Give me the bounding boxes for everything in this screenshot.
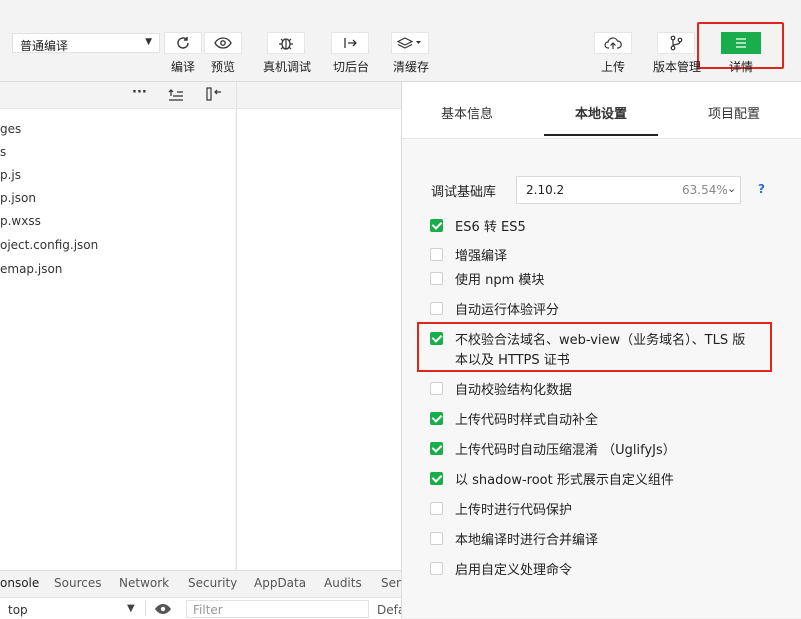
chevron-down-icon: ⌄: [727, 182, 737, 195]
option-label: 启用自定义处理命令: [455, 563, 573, 578]
checkbox[interactable]: [430, 472, 443, 485]
option-row[interactable]: ES6 转 ES5: [430, 218, 755, 240]
compile-button[interactable]: [164, 32, 202, 54]
option-label: 增强编译: [455, 249, 508, 264]
file-item[interactable]: ges: [0, 122, 21, 136]
active-tab-indicator: [544, 134, 658, 136]
caret-down-icon: ▼: [145, 37, 152, 47]
option-label: 上传代码时样式自动补全: [455, 413, 599, 428]
preview-button[interactable]: [204, 32, 242, 54]
option-row[interactable]: 自动校验结构化数据: [430, 381, 755, 403]
bug-icon: [279, 38, 293, 50]
file-item[interactable]: emap.json: [0, 262, 62, 276]
filter-placeholder: Filter: [193, 603, 223, 617]
upload-label: 上传: [600, 60, 626, 74]
clear-cache-button[interactable]: [391, 32, 429, 54]
checkbox[interactable]: [430, 442, 443, 455]
upload-button[interactable]: [594, 32, 632, 54]
tab-security[interactable]: Security: [188, 576, 237, 590]
file-item[interactable]: p.wxss: [0, 214, 41, 228]
file-item[interactable]: p.json: [0, 191, 36, 205]
option-row[interactable]: 增强编译: [430, 247, 755, 269]
editor-pane: [236, 82, 401, 570]
checkbox[interactable]: [430, 248, 443, 261]
switch-background-button[interactable]: [331, 32, 369, 54]
option-label: 以 shadow-root 形式展示自定义组件: [455, 473, 674, 488]
eye-icon[interactable]: [154, 603, 172, 615]
preview-label: 预览: [210, 60, 236, 74]
checkbox[interactable]: [430, 302, 443, 315]
option-label: 上传代码时自动压缩混淆 （UglifyJs）: [455, 443, 676, 458]
compile-mode-select[interactable]: 普通编译 ▼: [12, 33, 160, 53]
filter-input[interactable]: Filter: [186, 600, 369, 618]
base-library-version: 2.10.2: [526, 183, 565, 197]
option-row[interactable]: 以 shadow-root 形式展示自定义组件: [430, 471, 755, 493]
compile-mode-value: 普通编译: [20, 39, 69, 53]
checkbox[interactable]: [430, 382, 443, 395]
checkbox[interactable]: [430, 412, 443, 425]
checkbox[interactable]: [430, 502, 443, 515]
option-row[interactable]: 使用 npm 模块: [430, 271, 755, 293]
more-icon[interactable]: ···: [132, 85, 147, 100]
collapse-all-icon[interactable]: [206, 87, 222, 101]
tab-basic-info[interactable]: 基本信息: [441, 103, 493, 122]
details-label: 详情: [728, 60, 754, 74]
clear-cache-label: 清缓存: [392, 60, 430, 74]
option-row[interactable]: 上传时进行代码保护: [430, 501, 755, 523]
tab-network[interactable]: Network: [119, 576, 169, 590]
help-icon[interactable]: ?: [758, 182, 765, 196]
checkbox[interactable]: [430, 562, 443, 575]
option-row[interactable]: 自动运行体验评分: [430, 301, 755, 323]
remote-debug-button[interactable]: [267, 32, 305, 54]
caret-down-icon[interactable]: ▼: [127, 603, 135, 614]
option-label: 上传时进行代码保护: [455, 503, 573, 518]
option-label: 自动运行体验评分: [455, 303, 560, 318]
checkbox[interactable]: [430, 219, 443, 232]
base-library-select[interactable]: 2.10.2 63.54% ⌄: [516, 176, 741, 204]
option-row[interactable]: 启用自定义处理命令: [430, 561, 755, 583]
compile-label: 编译: [170, 60, 196, 74]
version-management-label: 版本管理: [652, 60, 702, 74]
tab-local-settings[interactable]: 本地设置: [575, 103, 627, 122]
tab-sources[interactable]: Sources: [54, 576, 101, 590]
refresh-icon: [177, 37, 189, 49]
base-library-percent: 63.54%: [682, 183, 728, 197]
version-management-button[interactable]: [657, 32, 695, 54]
eye-icon: [214, 37, 232, 49]
file-item[interactable]: oject.config.json: [0, 238, 98, 252]
option-label: ES6 转 ES5: [455, 220, 526, 235]
option-label: 自动校验结构化数据: [455, 383, 573, 398]
option-row[interactable]: 本地编译时进行合并编译: [430, 531, 755, 553]
checkbox[interactable]: [430, 532, 443, 545]
editor-tab-bar: [236, 82, 401, 109]
remote-debug-label: 真机调试: [262, 60, 312, 74]
divider: [145, 601, 146, 616]
file-item[interactable]: p.js: [0, 168, 21, 182]
option-label: 本地编译时进行合并编译: [455, 533, 599, 548]
layers-icon: [397, 37, 421, 49]
file-item[interactable]: s: [0, 145, 6, 159]
file-tree-header: ···: [0, 82, 235, 109]
tab-console[interactable]: onsole: [0, 576, 39, 590]
git-branch-icon: [670, 35, 683, 51]
option-label: 使用 npm 模块: [455, 273, 545, 288]
base-library-label: 调试基础库: [431, 185, 497, 200]
switch-background-label: 切后台: [332, 60, 370, 74]
option-row[interactable]: 上传代码时样式自动补全: [430, 411, 755, 433]
checkbox[interactable]: [430, 272, 443, 285]
console-toolbar: top ▼ Filter Defa: [0, 597, 405, 619]
option-row[interactable]: 上传代码时自动压缩混淆 （UglifyJs）: [430, 441, 755, 463]
tab-project-config[interactable]: 项目配置: [708, 103, 760, 122]
switch-icon: [344, 38, 357, 48]
tab-appdata[interactable]: AppData: [254, 576, 306, 590]
sort-icon[interactable]: [168, 89, 184, 101]
context-select[interactable]: top: [8, 603, 28, 617]
cloud-upload-icon: [604, 37, 622, 49]
tab-audits[interactable]: Audits: [324, 576, 362, 590]
file-tree-panel: [0, 82, 235, 570]
option-highlight-box: [417, 322, 772, 372]
